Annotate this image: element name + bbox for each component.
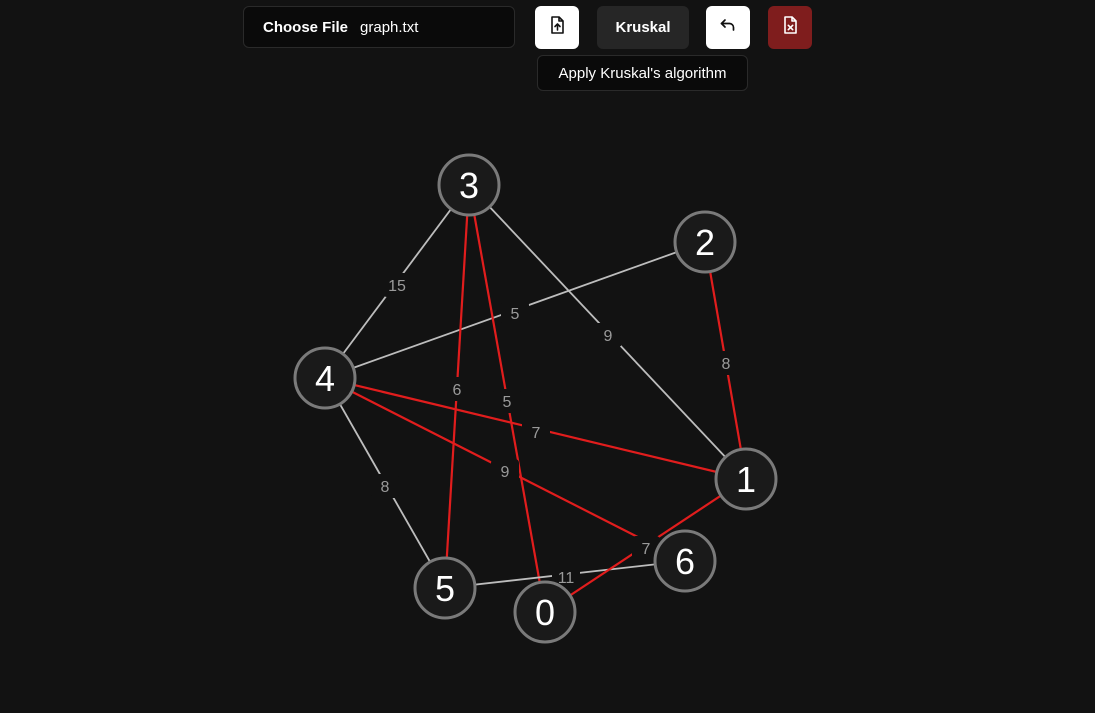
node-0[interactable]: 0	[513, 580, 577, 644]
node-5[interactable]: 5	[413, 556, 477, 620]
node-label: 4	[315, 358, 335, 399]
edge-weight-3-5: 6	[453, 382, 462, 399]
node-2[interactable]: 2	[673, 210, 737, 274]
edge-weight-3-4: 15	[388, 278, 406, 295]
edge-weight-3-0: 5	[503, 394, 512, 411]
node-1[interactable]: 1	[714, 447, 778, 511]
node-label: 3	[459, 165, 479, 206]
node-label: 0	[535, 592, 555, 633]
node-3[interactable]: 3	[437, 153, 501, 217]
edge-weight-4-6: 9	[501, 464, 510, 481]
node-label: 2	[695, 222, 715, 263]
edge-weight-4-5: 8	[381, 479, 390, 496]
node-label: 5	[435, 568, 455, 609]
node-6[interactable]: 6	[653, 529, 717, 593]
node-label: 1	[736, 459, 756, 500]
edge-weight-3-1: 9	[604, 328, 613, 345]
edge-weight-2-1: 8	[722, 356, 731, 373]
edge-weight-2-4: 5	[511, 306, 520, 323]
node-label: 6	[675, 541, 695, 582]
edge-weight-4-1: 7	[532, 425, 541, 442]
edge-weight-1-0: 7	[642, 541, 651, 558]
graph-canvas[interactable]: 1559865798117 0123456	[0, 0, 1095, 713]
node-4[interactable]: 4	[293, 346, 357, 410]
